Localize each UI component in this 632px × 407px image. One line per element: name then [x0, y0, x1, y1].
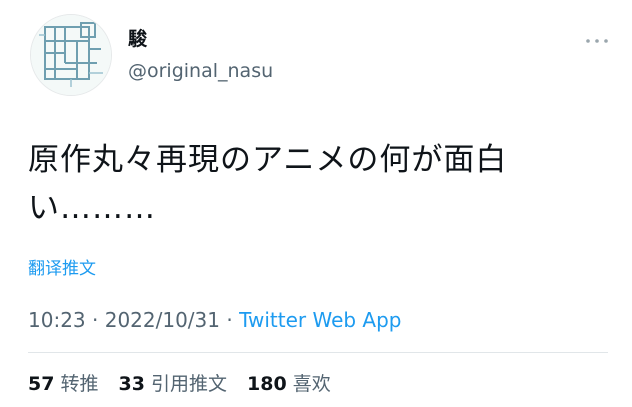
- retweets-stat[interactable]: 57 转推: [28, 373, 98, 395]
- likes-stat[interactable]: 180 喜欢: [247, 373, 331, 395]
- quotes-count: 33: [118, 373, 145, 395]
- quotes-stat[interactable]: 33 引用推文: [119, 373, 227, 395]
- likes-label: 喜欢: [292, 373, 331, 395]
- tweet-stats: 57 转推 33 引用推文 180 喜欢: [28, 372, 345, 396]
- retweets-count: 57: [28, 373, 55, 395]
- more-horizontal-icon[interactable]: [582, 32, 612, 50]
- meta-separator: ·: [85, 308, 105, 332]
- display-name[interactable]: 駿: [128, 28, 147, 50]
- meta-separator: ·: [220, 308, 240, 332]
- translate-tweet-link[interactable]: 翻译推文: [28, 258, 96, 280]
- tweet-time[interactable]: 10:23: [28, 308, 86, 332]
- tweet-text: 原作丸々再現のアニメの何が面白 い………: [28, 136, 598, 232]
- tweet-meta: 10:23 · 2022/10/31 · Twitter Web App: [28, 308, 402, 332]
- tweet-text-line-2: い………: [28, 190, 156, 226]
- divider: [28, 352, 608, 353]
- tweet-date[interactable]: 2022/10/31: [105, 308, 220, 332]
- avatar-pattern-icon: [31, 15, 111, 95]
- retweets-label: 转推: [60, 373, 99, 395]
- likes-count: 180: [247, 373, 287, 395]
- tweet-card: 駿 @original_nasu 原作丸々再現のアニメの何が面白 い……… 翻译…: [0, 0, 632, 407]
- quotes-label: 引用推文: [150, 373, 227, 395]
- avatar[interactable]: [30, 14, 112, 96]
- user-handle[interactable]: @original_nasu: [128, 60, 273, 82]
- tweet-source-link[interactable]: Twitter Web App: [239, 308, 401, 332]
- tweet-text-line-1: 原作丸々再現のアニメの何が面白: [28, 142, 508, 178]
